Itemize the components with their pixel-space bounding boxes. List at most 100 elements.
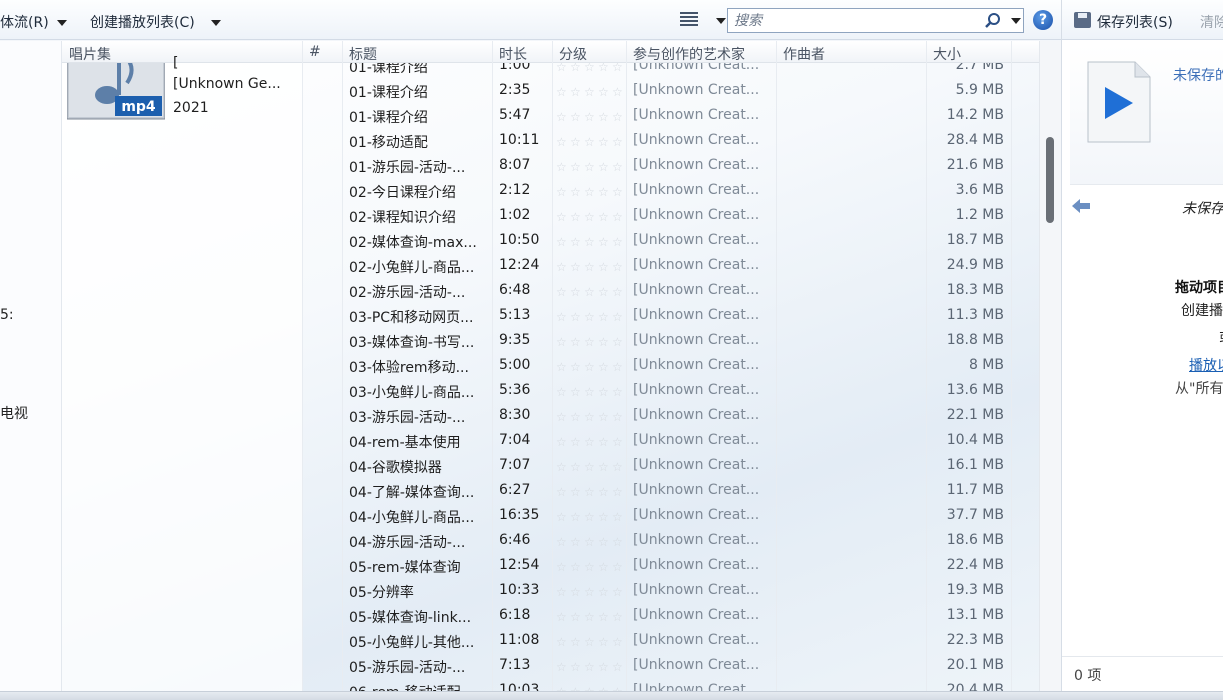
star-icon[interactable]: ☆ (598, 310, 612, 324)
star-icon[interactable]: ☆ (570, 285, 584, 299)
star-icon[interactable]: ☆ (556, 585, 570, 599)
star-icon[interactable]: ☆ (612, 460, 626, 474)
table-row[interactable]: 03-PC和移动网页... 5:13 ☆ ☆ ☆ ☆ ☆ [Unknown Creat... 1… (342, 304, 1012, 329)
star-icon[interactable]: ☆ (584, 585, 598, 599)
star-icon[interactable]: ☆ (570, 310, 584, 324)
star-icon[interactable]: ☆ (556, 510, 570, 524)
star-icon[interactable]: ☆ (584, 310, 598, 324)
star-icon[interactable]: ☆ (612, 560, 626, 574)
star-icon[interactable]: ☆ (556, 335, 570, 349)
save-list-button[interactable]: 保存列表(S) (1097, 12, 1173, 32)
star-icon[interactable]: ☆ (556, 435, 570, 449)
table-row[interactable]: 01-课程介绍 5:47 ☆ ☆ ☆ ☆ ☆ [Unknown Creat... 14.2 MB (342, 104, 1012, 129)
star-icon[interactable]: ☆ (612, 310, 626, 324)
clear-list-button[interactable]: 清除 (1200, 12, 1223, 32)
star-icon[interactable]: ☆ (556, 460, 570, 474)
view-options-chevron-icon[interactable] (716, 18, 726, 24)
star-icon[interactable]: ☆ (598, 85, 612, 99)
star-icon[interactable]: ☆ (612, 585, 626, 599)
star-icon[interactable]: ☆ (570, 435, 584, 449)
star-icon[interactable]: ☆ (570, 485, 584, 499)
star-icon[interactable]: ☆ (612, 260, 626, 274)
star-icon[interactable]: ☆ (584, 235, 598, 249)
star-icon[interactable]: ☆ (556, 560, 570, 574)
playlist-play-icon[interactable] (1087, 61, 1151, 143)
rating-stars[interactable]: ☆☆☆☆☆ (556, 134, 626, 150)
star-icon[interactable]: ☆ (612, 63, 626, 74)
rating-stars[interactable]: ☆☆☆☆☆ (556, 584, 626, 600)
star-icon[interactable]: ☆ (584, 535, 598, 549)
star-icon[interactable]: ☆ (556, 260, 570, 274)
star-icon[interactable]: ☆ (598, 485, 612, 499)
rating-stars[interactable]: ☆☆☆☆☆ (556, 484, 626, 500)
star-icon[interactable]: ☆ (612, 535, 626, 549)
table-row[interactable]: 06-rem-移动适配 10:03 ☆☆☆☆☆ [Unknown Creat... 20… (342, 679, 1012, 691)
search-options-chevron-icon[interactable] (1011, 18, 1021, 24)
star-icon[interactable]: ☆ (598, 460, 612, 474)
table-row[interactable]: 05-游乐园-活动-... 7:13 ☆ ☆ ☆ ☆ ☆ [Unknown Creat... 2… (342, 654, 1012, 679)
star-icon[interactable]: ☆ (556, 485, 570, 499)
rating-stars[interactable]: ☆☆☆☆☆ (556, 509, 626, 525)
star-icon[interactable]: ☆ (570, 560, 584, 574)
star-icon[interactable]: ☆ (570, 85, 584, 99)
star-icon[interactable]: ☆ (570, 610, 584, 624)
star-icon[interactable]: ☆ (598, 110, 612, 124)
help-icon[interactable]: ? (1033, 10, 1053, 30)
star-icon[interactable]: ☆ (584, 385, 598, 399)
rating-stars[interactable]: ☆☆☆☆☆ (556, 159, 626, 175)
rating-stars[interactable]: ☆☆☆☆☆ (556, 259, 626, 275)
star-icon[interactable]: ☆ (612, 435, 626, 449)
save-icon[interactable] (1074, 12, 1091, 28)
star-icon[interactable]: ☆ (584, 335, 598, 349)
table-row[interactable]: 05-小兔鲜儿-其他... 11:08 ☆ ☆ ☆ ☆ ☆ [Unknown Creat...… (342, 629, 1012, 654)
table-row[interactable]: 01-游乐园-活动-... 8:07 ☆ ☆ ☆ ☆ ☆ [Unknown Creat... 2… (342, 154, 1012, 179)
star-icon[interactable]: ☆ (570, 510, 584, 524)
nav-item[interactable]: 5: (0, 307, 14, 323)
rating-stars[interactable]: ☆☆☆☆☆ (556, 559, 626, 575)
star-icon[interactable]: ☆ (570, 260, 584, 274)
star-icon[interactable]: ☆ (612, 110, 626, 124)
star-icon[interactable]: ☆ (584, 635, 598, 649)
nav-item-tv[interactable]: 电视 (0, 403, 28, 423)
rating-stars[interactable]: ☆☆☆☆☆ (556, 384, 626, 400)
star-icon[interactable]: ☆ (598, 63, 612, 74)
star-icon[interactable]: ☆ (612, 360, 626, 374)
star-icon[interactable]: ☆ (556, 185, 570, 199)
star-icon[interactable]: ☆ (570, 385, 584, 399)
star-icon[interactable]: ☆ (612, 160, 626, 174)
back-arrow-icon[interactable] (1070, 197, 1092, 215)
star-icon[interactable]: ☆ (598, 210, 612, 224)
column-header-composer[interactable]: 作曲者 (783, 44, 825, 64)
star-icon[interactable]: ☆ (598, 185, 612, 199)
star-icon[interactable]: ☆ (570, 160, 584, 174)
star-icon[interactable]: ☆ (612, 185, 626, 199)
star-icon[interactable]: ☆ (598, 660, 612, 674)
star-icon[interactable]: ☆ (570, 63, 584, 74)
star-icon[interactable]: ☆ (570, 335, 584, 349)
album-art-mp4-icon[interactable]: mp4 (67, 63, 165, 121)
star-icon[interactable]: ☆ (598, 385, 612, 399)
star-icon[interactable]: ☆ (556, 63, 570, 74)
table-row[interactable]: 05-媒体查询-link... 6:18 ☆ ☆ ☆ ☆ ☆ [Unknown Creat..… (342, 604, 1012, 629)
star-icon[interactable]: ☆ (598, 160, 612, 174)
table-row[interactable]: 03-小兔鲜儿-商品... 5:36 ☆ ☆ ☆ ☆ ☆ [Unknown Creat... 1… (342, 379, 1012, 404)
star-icon[interactable]: ☆ (598, 335, 612, 349)
star-icon[interactable]: ☆ (598, 360, 612, 374)
rating-stars[interactable]: ☆☆☆☆☆ (556, 634, 626, 650)
star-icon[interactable]: ☆ (612, 85, 626, 99)
star-icon[interactable]: ☆ (584, 185, 598, 199)
star-icon[interactable]: ☆ (556, 85, 570, 99)
play-link[interactable]: 播放以 (1189, 355, 1223, 375)
rating-stars[interactable]: ☆☆☆☆☆ (556, 459, 626, 475)
star-icon[interactable]: ☆ (584, 410, 598, 424)
star-icon[interactable]: ☆ (612, 635, 626, 649)
table-row[interactable]: 02-今日课程介绍 2:12 ☆ ☆ ☆ ☆ ☆ [Unknown Creat... 3.6 M… (342, 179, 1012, 204)
star-icon[interactable]: ☆ (612, 285, 626, 299)
star-icon[interactable]: ☆ (570, 585, 584, 599)
table-row[interactable]: 04-rem-基本使用 7:04 ☆ ☆ ☆ ☆ ☆ [Unknown Creat... 10.… (342, 429, 1012, 454)
star-icon[interactable]: ☆ (612, 410, 626, 424)
star-icon[interactable]: ☆ (584, 510, 598, 524)
star-icon[interactable]: ☆ (556, 110, 570, 124)
table-row[interactable]: 04-游乐园-活动-... 6:46 ☆ ☆ ☆ ☆ ☆ [Unknown Creat... 1… (342, 529, 1012, 554)
stream-menu-button[interactable]: 体流(R) (0, 12, 67, 32)
